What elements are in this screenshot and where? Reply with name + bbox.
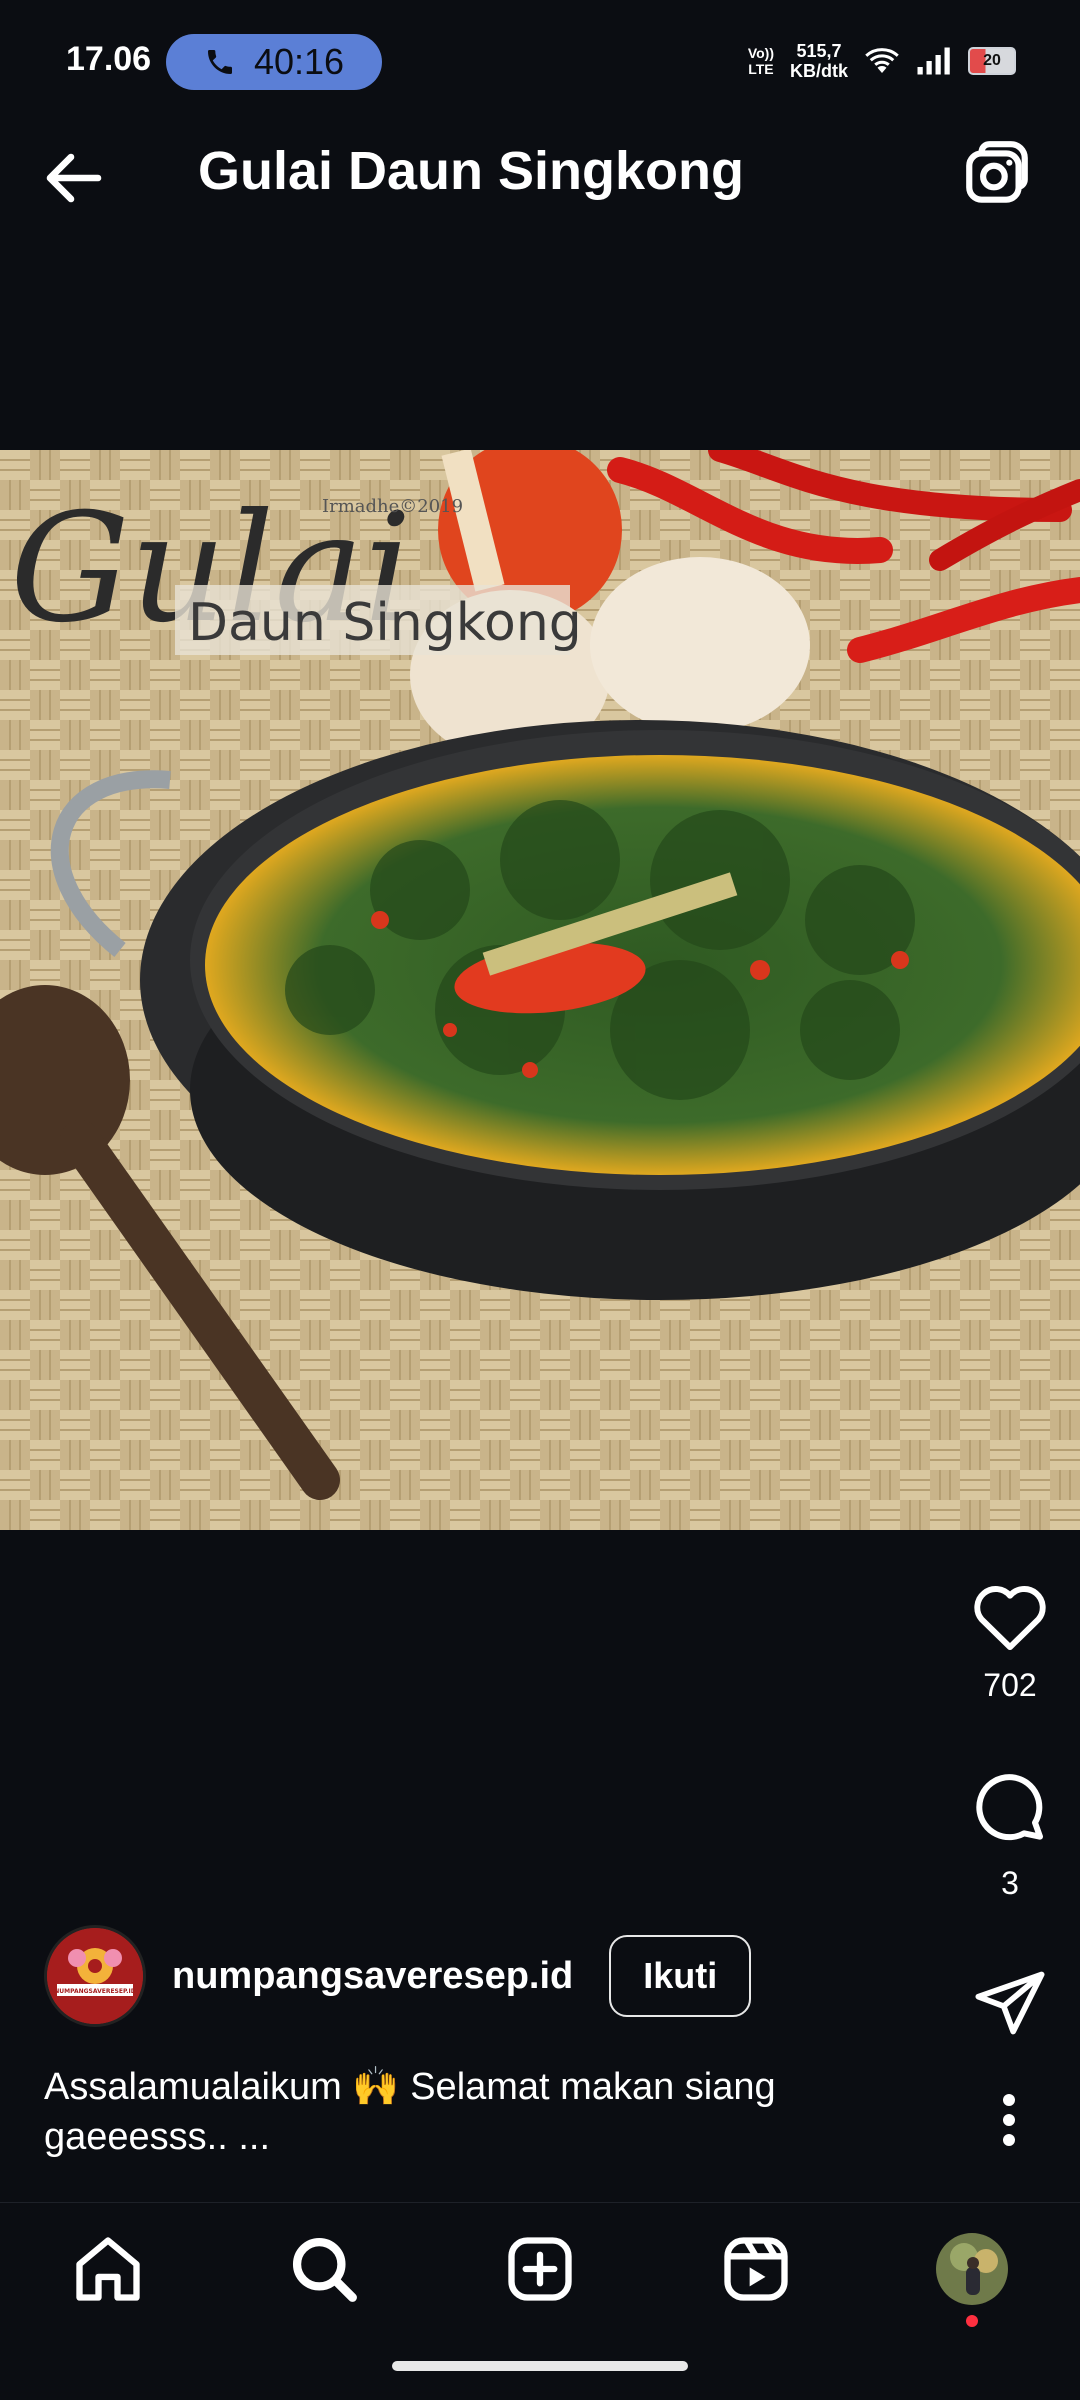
status-bar: 17.06 40:16 Vo)) LTE 515,7 KB/dtk 20: [0, 0, 1080, 120]
image-watermark: Irmadhe©2019: [322, 496, 463, 517]
battery-indicator: 20: [968, 47, 1016, 75]
camera-icon[interactable]: [960, 138, 1034, 212]
reels-icon[interactable]: [718, 2231, 794, 2307]
wifi-icon: [865, 48, 899, 73]
image-overlay-label: Daun Singkong: [188, 593, 582, 653]
send-icon[interactable]: [972, 1965, 1048, 2041]
profile-icon[interactable]: [934, 2231, 1010, 2327]
likes-count[interactable]: 702: [940, 1667, 1080, 1704]
ongoing-call-pill[interactable]: 40:16: [166, 34, 382, 90]
comments-count[interactable]: 3: [940, 1865, 1080, 1902]
post-detail-screen: 17.06 40:16 Vo)) LTE 515,7 KB/dtk 20 Gul…: [0, 0, 1080, 2400]
search-icon[interactable]: [286, 2231, 362, 2307]
signal-icon: [917, 47, 950, 75]
status-icons: Vo)) LTE 515,7 KB/dtk 20: [748, 36, 1016, 86]
heart-icon[interactable]: [970, 1580, 1050, 1652]
share-action: [940, 1965, 1080, 2046]
bottom-navigation: [0, 2202, 1080, 2343]
home-indicator[interactable]: [392, 2361, 688, 2371]
page-title: Gulai Daun Singkong: [198, 141, 745, 201]
follow-button[interactable]: Ikuti: [609, 1935, 752, 2017]
status-time: 17.06: [66, 40, 152, 78]
like-action: 702: [940, 1580, 1080, 1704]
author-username[interactable]: numpangsaveresep.id: [172, 1955, 573, 1998]
comment-action: 3: [940, 1770, 1080, 1902]
call-timer: 40:16: [253, 41, 345, 82]
notification-dot: [966, 2315, 978, 2327]
network-speed: 515,7 KB/dtk: [790, 41, 848, 81]
top-app-bar: Gulai Daun Singkong: [0, 120, 1080, 230]
post-caption[interactable]: Assalamualaikum 🙌 Selamat makan siang ga…: [44, 2062, 944, 2162]
add-icon[interactable]: [502, 2231, 578, 2307]
home-icon[interactable]: [70, 2231, 146, 2307]
phone-icon: [207, 50, 232, 74]
volte-indicator: Vo)) LTE: [747, 45, 774, 77]
arrow-left-icon[interactable]: [38, 142, 110, 214]
post-image[interactable]: Gulai Daun Singkong Irmadhe©2019: [0, 450, 1080, 1530]
author-row: NUMPANGSAVERESEP.ID numpangsaveresep.id …: [44, 1925, 752, 2027]
author-avatar[interactable]: NUMPANGSAVERESEP.ID: [44, 1925, 146, 2027]
svg-text:NUMPANGSAVERESEP.ID: NUMPANGSAVERESEP.ID: [54, 1988, 136, 1995]
comment-icon[interactable]: [970, 1770, 1050, 1850]
more-vertical-icon[interactable]: [994, 2090, 1024, 2150]
food-photo: Gulai Daun Singkong Irmadhe©2019: [0, 450, 1080, 1530]
